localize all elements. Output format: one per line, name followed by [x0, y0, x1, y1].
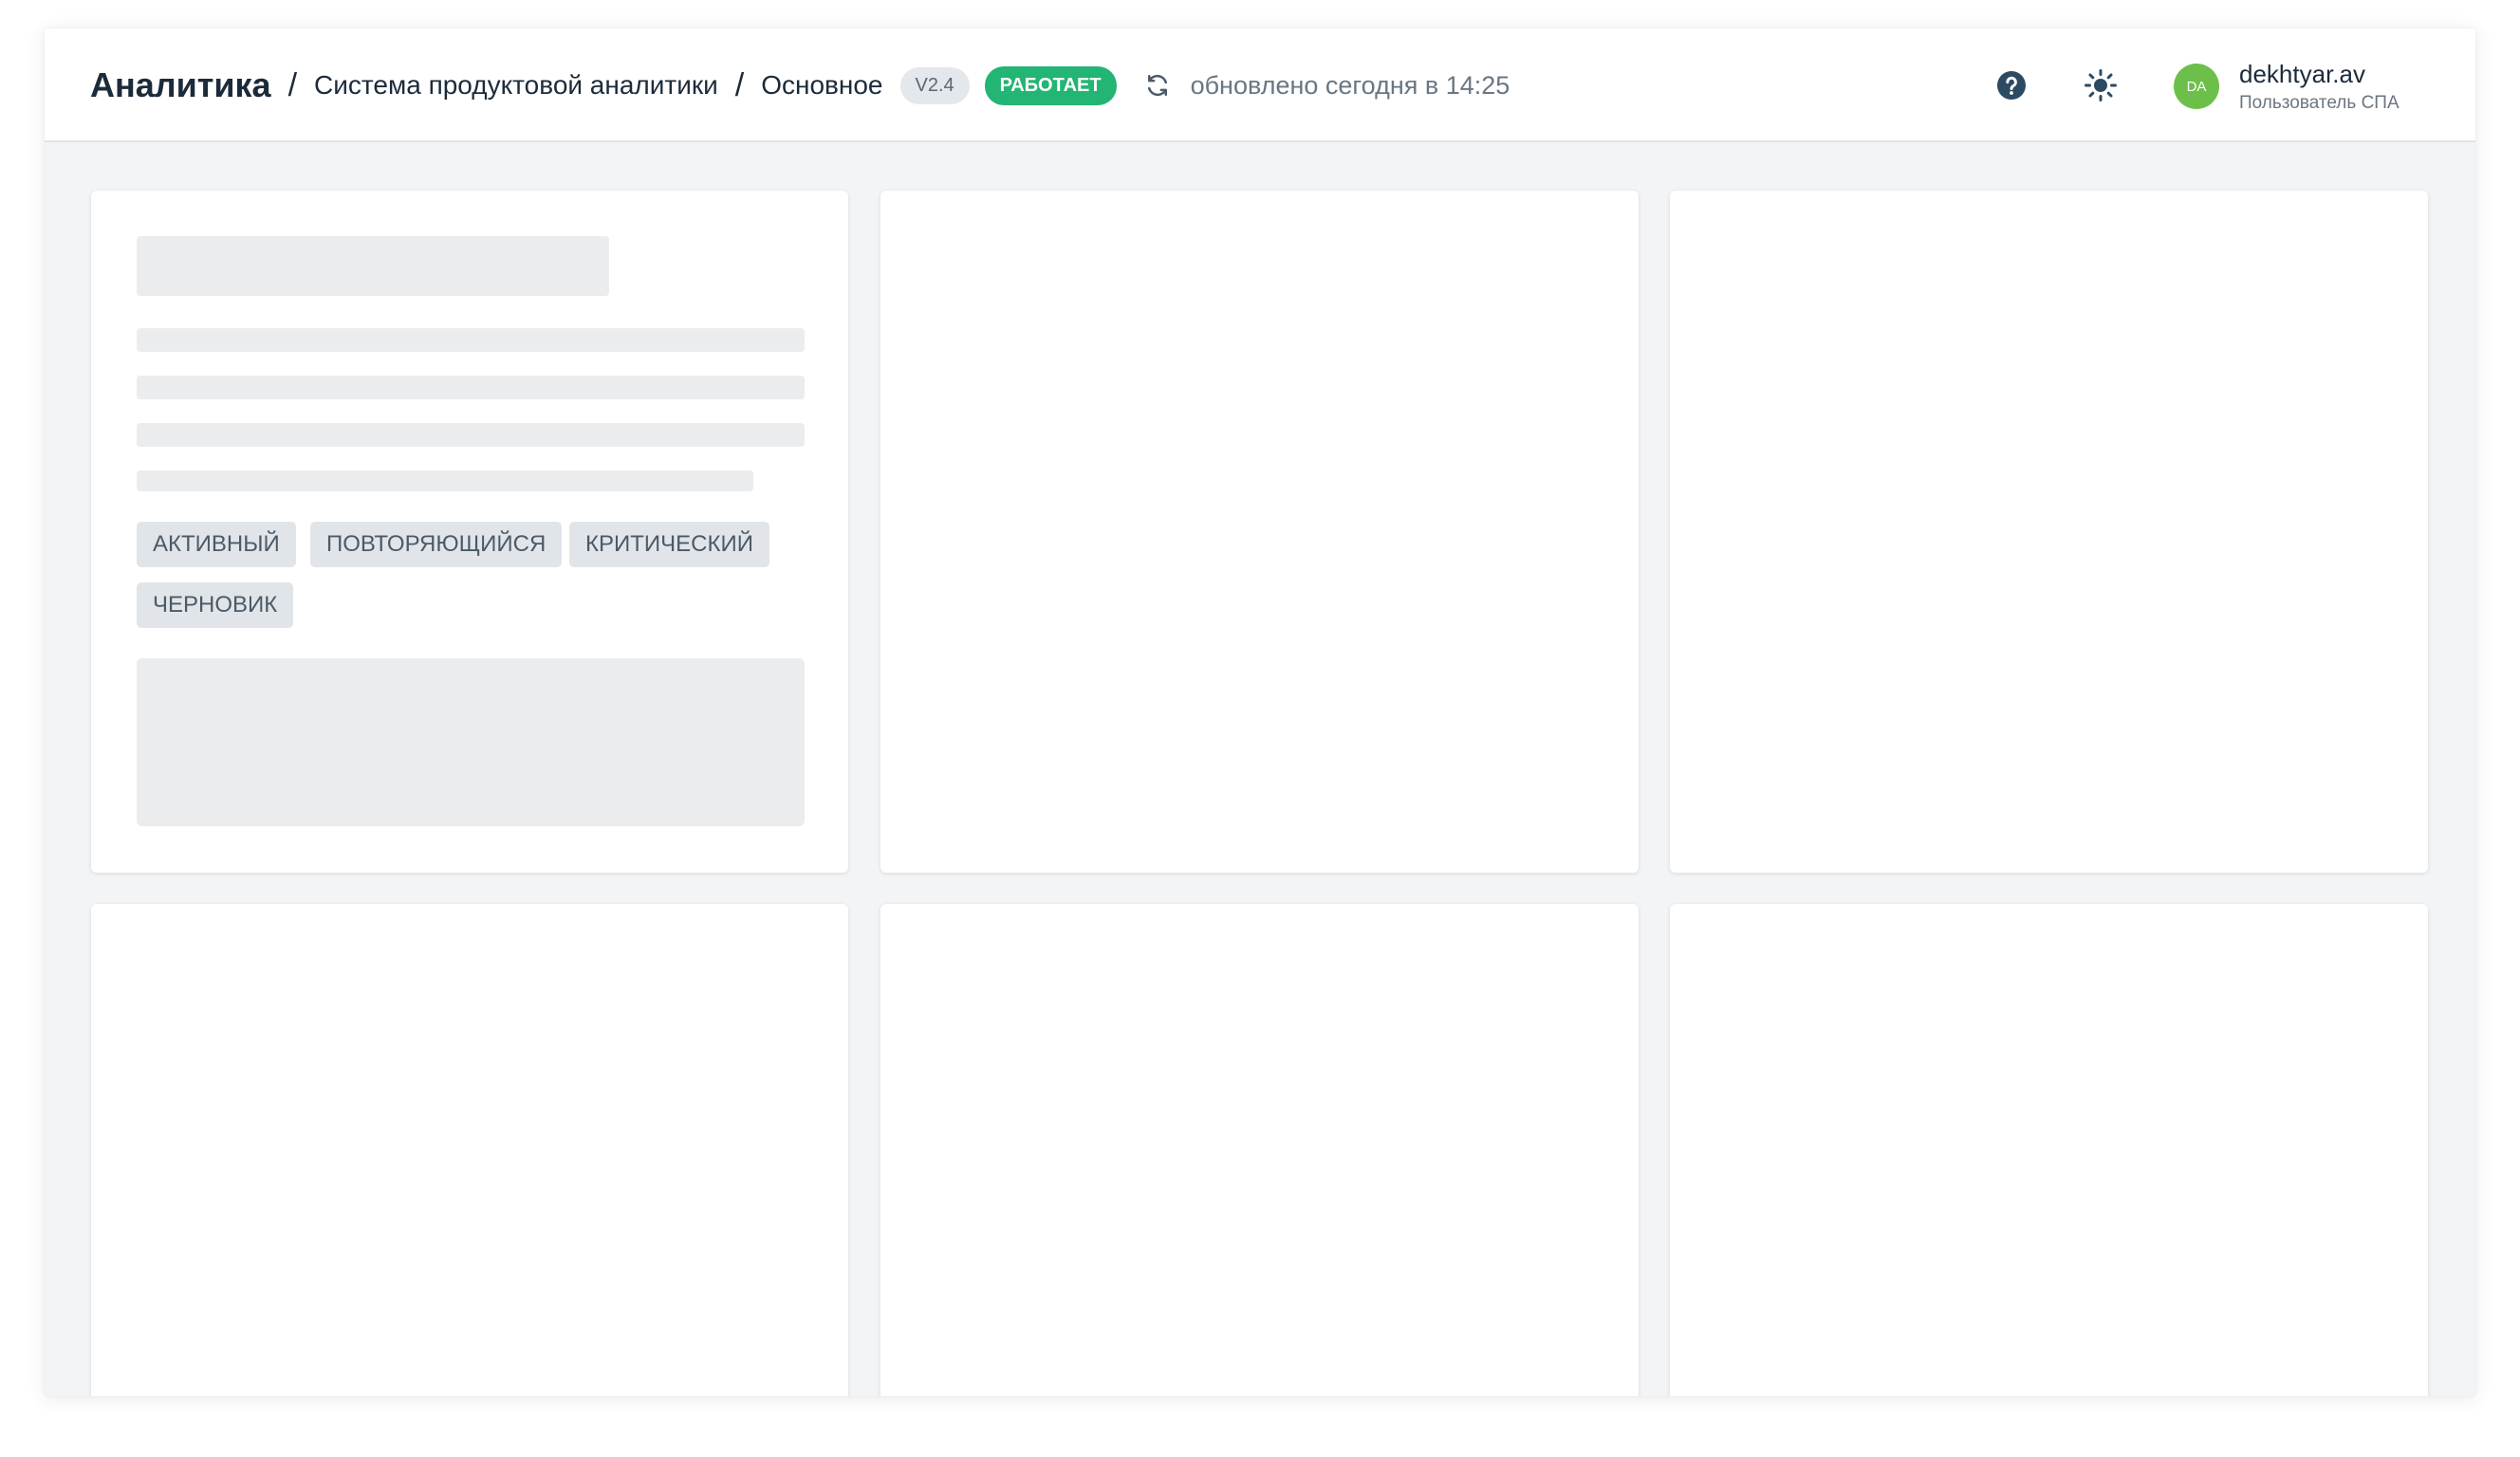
app-window: Аналитика / Система продуктовой аналитик… [45, 28, 2475, 1396]
user-role: Пользователь СПА [2239, 93, 2400, 113]
skeleton-line [137, 376, 805, 399]
breadcrumb-separator: / [287, 66, 298, 103]
breadcrumb-item-current: Основное [761, 70, 883, 100]
last-updated-text: обновлено сегодня в 14:25 [1190, 70, 1510, 100]
refresh-icon[interactable] [1143, 71, 1172, 100]
tag-recurring[interactable]: ПОВТОРЯЮЩИЙСЯ [310, 522, 563, 567]
dashboard-card [880, 904, 1639, 1396]
app-title[interactable]: Аналитика [90, 65, 271, 105]
breadcrumb-item-system[interactable]: Система продуктовой аналитики [314, 70, 718, 101]
status-badge: РАБОТАЕТ [984, 65, 1117, 105]
top-bar: Аналитика / Система продуктовой аналитик… [45, 28, 2475, 142]
dashboard-card [91, 904, 848, 1396]
skeleton-line [137, 423, 805, 447]
dashboard-card [1670, 191, 2428, 873]
dashboard-card: АКТИВНЫЙ ПОВТОРЯЮЩИЙСЯ КРИТИЧЕСКИЙ ЧЕРНО… [91, 191, 848, 873]
skeleton-title [137, 236, 609, 296]
tag-active[interactable]: АКТИВНЫЙ [137, 522, 296, 567]
tag-critical[interactable]: КРИТИЧЕСКИЙ [569, 522, 769, 567]
breadcrumb: Аналитика / Система продуктовой аналитик… [90, 28, 1510, 142]
breadcrumb-separator: / [734, 66, 745, 103]
theme-sun-icon[interactable] [2084, 68, 2118, 102]
dashboard-card [880, 191, 1639, 873]
skeleton-line [137, 470, 753, 491]
help-icon[interactable] [1996, 70, 2027, 101]
dashboard-card [1670, 904, 2428, 1396]
avatar[interactable]: DA [2174, 64, 2219, 109]
tag-draft[interactable]: ЧЕРНОВИК [137, 582, 294, 628]
user-name[interactable]: dekhtyar.av [2239, 60, 2365, 89]
skeleton-line [137, 328, 805, 352]
version-badge: V2.4 [899, 66, 970, 104]
skeleton-block [137, 658, 805, 826]
